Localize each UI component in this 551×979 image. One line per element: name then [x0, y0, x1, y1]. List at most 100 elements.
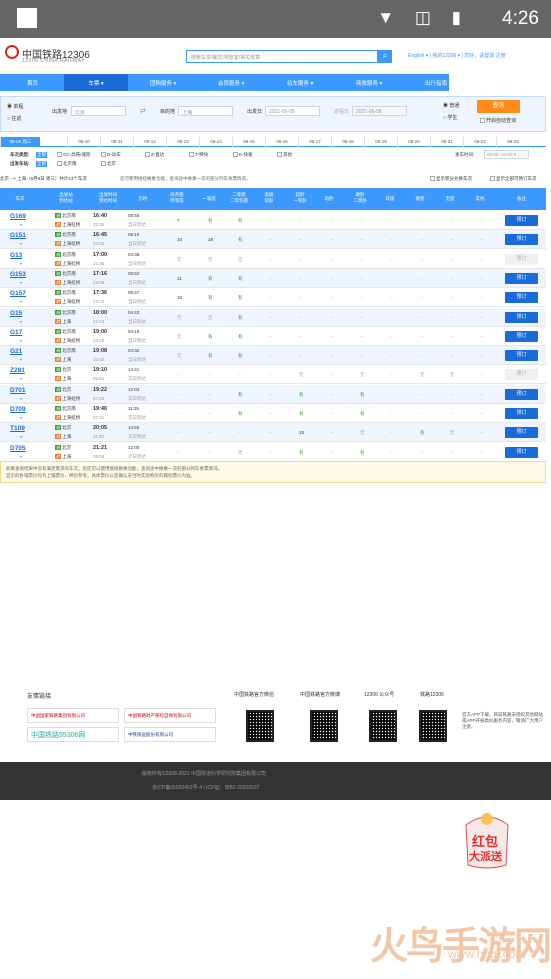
train-detail-icon[interactable]: ▾: [20, 280, 22, 285]
train-detail-icon[interactable]: ▾: [20, 357, 22, 362]
date-tab[interactable]: 06-19: [364, 137, 397, 147]
train-number[interactable]: G13: [10, 252, 22, 259]
seat-availability[interactable]: 10: [177, 237, 182, 242]
type-filter[interactable]: K-快速: [233, 152, 253, 158]
oneway-radio[interactable]: ◉ 单程: [7, 103, 23, 110]
train-detail-icon[interactable]: ▾: [20, 319, 22, 324]
bookable-checkbox[interactable]: 显示全部可预订车次: [490, 176, 537, 182]
date-tab[interactable]: 06-09 周三: [0, 137, 40, 147]
train-number[interactable]: D701: [10, 387, 26, 394]
date-tab[interactable]: 06-15: [232, 137, 265, 147]
from-all-button[interactable]: 全部: [36, 161, 47, 167]
date-tab[interactable]: 06-10: [67, 137, 100, 147]
seat-availability[interactable]: 有: [208, 276, 213, 282]
friend-link[interactable]: 中国铁路财产保险自保有限公司: [124, 708, 216, 723]
depart-input[interactable]: 2021-06-09: [265, 106, 320, 116]
book-button[interactable]: 预订: [505, 292, 538, 304]
seat-availability[interactable]: 15: [299, 430, 304, 435]
type-filter[interactable]: 其他: [277, 152, 292, 158]
book-button[interactable]: 预订: [505, 427, 538, 439]
seat-availability[interactable]: 有: [420, 430, 425, 436]
train-number[interactable]: Z281: [10, 367, 25, 374]
book-button[interactable]: 预订: [505, 215, 538, 226]
seat-availability[interactable]: 有: [208, 218, 213, 224]
round-radio[interactable]: ○ 往返: [7, 115, 21, 122]
date-tab[interactable]: 06-13: [166, 137, 199, 147]
query-button[interactable]: 查询: [477, 100, 520, 113]
book-button[interactable]: 预订: [505, 350, 538, 362]
date-tab[interactable]: 06-21: [430, 137, 463, 147]
train-number[interactable]: G151: [10, 232, 26, 239]
train-detail-icon[interactable]: ▾: [20, 376, 22, 381]
date-tab[interactable]: 06-18: [331, 137, 364, 147]
book-button[interactable]: 预订: [505, 446, 538, 458]
from-station-filter[interactable]: 北京南: [57, 161, 77, 167]
book-button[interactable]: 预订: [505, 272, 538, 284]
train-detail-icon[interactable]: ▾: [20, 434, 22, 439]
train-detail-icon[interactable]: ▾: [20, 396, 22, 401]
points-checkbox[interactable]: 显示积分兑换车次: [430, 176, 472, 182]
nav-group[interactable]: 团购服务 ▾: [150, 79, 176, 87]
type-filter[interactable]: D-动车: [101, 152, 121, 158]
friend-link[interactable]: 中国国家铁路集团有限公司: [27, 708, 119, 723]
book-button[interactable]: 预订: [505, 311, 538, 323]
date-tab[interactable]: 06-23: [496, 137, 529, 147]
seat-availability[interactable]: 有: [360, 411, 365, 417]
seat-availability[interactable]: 有: [238, 334, 243, 340]
seat-availability[interactable]: 有: [238, 411, 243, 417]
top-links[interactable]: English ▾ | 我的12306 ▾ | 您好，请登录 注册: [408, 52, 506, 59]
seat-availability[interactable]: 有: [208, 295, 213, 301]
col-header[interactable]: 出发时间 到达时间: [88, 192, 128, 204]
normal-radio[interactable]: ◉ 普通: [443, 102, 459, 109]
book-button[interactable]: 预订: [505, 408, 538, 419]
seat-availability[interactable]: 有: [360, 392, 365, 398]
railway-logo-icon[interactable]: [5, 45, 19, 59]
train-number[interactable]: D705: [10, 445, 26, 452]
search-button[interactable]: ⌕: [378, 50, 392, 63]
date-tab[interactable]: 06-14: [199, 137, 232, 147]
train-number[interactable]: G21: [10, 348, 22, 355]
seat-availability[interactable]: 有: [238, 392, 243, 398]
date-tab[interactable]: 06-22: [463, 137, 496, 147]
to-input[interactable]: 上海: [178, 106, 233, 116]
friend-link[interactable]: 中国铁路95306网: [27, 727, 119, 742]
type-filter[interactable]: Z-直达: [145, 152, 164, 158]
nav-tickets[interactable]: 车票 ▾: [64, 74, 128, 91]
train-detail-icon[interactable]: ▾: [20, 415, 22, 420]
train-detail-icon[interactable]: ▾: [20, 454, 22, 459]
seat-availability[interactable]: 有: [299, 411, 304, 417]
seat-availability[interactable]: 10: [177, 295, 182, 300]
seat-availability[interactable]: 有: [208, 334, 213, 340]
train-detail-icon[interactable]: ▾: [20, 241, 22, 246]
student-radio[interactable]: ○ 学生: [443, 114, 457, 121]
seat-availability[interactable]: 有: [208, 353, 213, 359]
date-tab[interactable]: 06-11: [100, 137, 133, 147]
book-button[interactable]: 预订: [505, 330, 538, 342]
train-detail-icon[interactable]: ▾: [20, 261, 22, 266]
col-header[interactable]: 出发站 到达站: [46, 192, 86, 204]
search-input[interactable]: 搜索车票/餐饮/常旅客/相关规章: [186, 50, 378, 63]
nav-business[interactable]: 商旅服务 ▾: [356, 79, 382, 87]
return-input[interactable]: 2021-06-09: [352, 106, 407, 116]
nav-station[interactable]: 站车服务 ▾: [287, 79, 313, 87]
seat-availability[interactable]: 有: [238, 295, 243, 301]
seat-availability[interactable]: 有: [360, 450, 365, 456]
train-number[interactable]: G157: [10, 290, 26, 297]
seat-availability[interactable]: 7: [177, 218, 180, 223]
from-input[interactable]: 北京: [71, 106, 126, 116]
nav-member[interactable]: 会员服务 ▾: [218, 79, 244, 87]
train-detail-icon[interactable]: ▾: [20, 299, 22, 304]
seat-availability[interactable]: 有: [238, 276, 243, 282]
train-number[interactable]: D709: [10, 406, 26, 413]
seat-availability[interactable]: 有: [238, 218, 243, 224]
train-number[interactable]: G153: [10, 271, 26, 278]
train-detail-icon[interactable]: ▾: [20, 222, 22, 227]
seat-availability[interactable]: 有: [299, 450, 304, 456]
train-number[interactable]: G17: [10, 329, 22, 336]
type-filter[interactable]: T-特快: [189, 152, 208, 158]
from-station-filter[interactable]: 北京: [101, 161, 116, 167]
seat-availability[interactable]: 有: [238, 237, 243, 243]
train-number[interactable]: T109: [10, 425, 25, 432]
train-number[interactable]: G15: [10, 310, 22, 317]
train-detail-icon[interactable]: ▾: [20, 338, 22, 343]
